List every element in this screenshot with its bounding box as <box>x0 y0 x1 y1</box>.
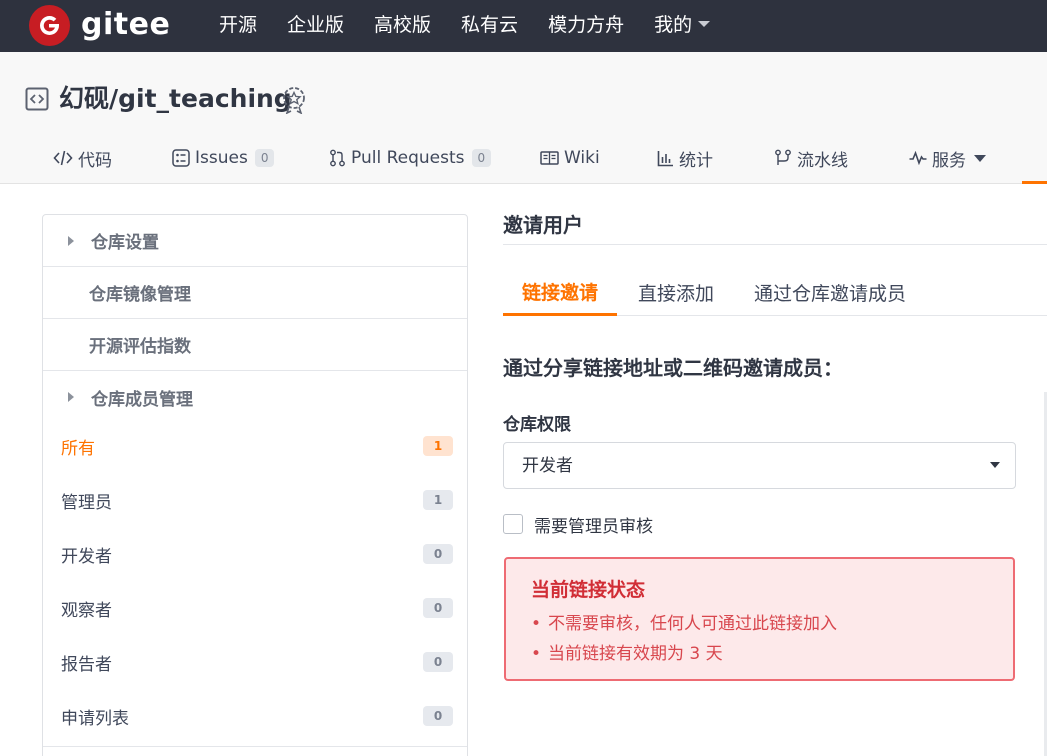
member-count-badge: 0 <box>423 652 453 672</box>
chevron-down-icon <box>974 154 986 162</box>
permission-label: 仓库权限 <box>503 415 571 435</box>
link-status-alert: 当前链接状态 • 不需要审核，任何人可通过此链接加入 • 当前链接有效期为 3 天 <box>504 557 1015 681</box>
nav-education[interactable]: 高校版 <box>374 1 431 49</box>
member-filter-label: 观察者 <box>61 600 112 621</box>
code-icon <box>53 149 73 167</box>
member-filter-label: 报告者 <box>61 654 112 675</box>
tab-wiki[interactable]: Wiki <box>540 138 600 178</box>
nav-moli-fangzhou[interactable]: 模力方舟 <box>548 1 624 49</box>
tab-services-label: 服务 <box>932 150 966 171</box>
link-status-item: • 不需要审核，任何人可通过此链接加入 <box>531 612 837 636</box>
repo-code-icon <box>25 87 49 111</box>
service-icon <box>909 151 927 165</box>
sidebar-group-label: 仓库成员管理 <box>91 389 193 410</box>
sidebar-item-all-members[interactable]: 所有 1 <box>43 419 467 473</box>
settings-sidebar: 仓库设置 仓库镜像管理 开源评估指数 仓库成员管理 所有 1 管理员 1 开发者… <box>42 214 468 756</box>
bullet-icon: • <box>531 614 542 634</box>
sidebar-item-open-source-index[interactable]: 开源评估指数 <box>43 319 467 371</box>
dropdown-caret-icon <box>990 462 1000 468</box>
invite-method-tabs: 链接邀请 直接添加 通过仓库邀请成员 <box>503 270 1047 316</box>
member-count-badge: 1 <box>423 490 453 510</box>
issues-icon <box>172 149 190 167</box>
issues-count-badge: 0 <box>254 149 275 167</box>
invite-section-heading: 通过分享链接地址或二维码邀请成员： <box>503 356 843 380</box>
member-count-badge: 0 <box>423 706 453 726</box>
permission-select-value: 开发者 <box>522 456 573 476</box>
title-divider <box>503 244 1047 245</box>
member-count-badge: 1 <box>423 436 453 456</box>
pull-request-icon <box>329 149 346 167</box>
user-menu[interactable]: 我的 <box>654 1 711 49</box>
repo-title[interactable]: 幻砚/git_teaching <box>59 81 292 117</box>
tab-issues-label: Issues <box>195 148 248 168</box>
bullet-icon: • <box>531 644 542 664</box>
user-menu-label: 我的 <box>654 14 693 36</box>
tab-direct-add[interactable]: 直接添加 <box>638 270 714 315</box>
require-approval-checkbox[interactable] <box>503 514 523 534</box>
require-approval-option[interactable]: 需要管理员审核 <box>503 512 653 537</box>
tab-pull-requests-label: Pull Requests <box>351 148 465 168</box>
tab-invite-via-repo[interactable]: 通过仓库邀请成员 <box>754 270 906 315</box>
top-nav-menu: 开源 企业版 高校版 私有云 模力方舟 我的 <box>219 0 740 50</box>
nav-open-source[interactable]: 开源 <box>219 1 257 49</box>
tab-stats-label: 统计 <box>679 150 713 171</box>
sidebar-item-label: 仓库镜像管理 <box>89 285 191 305</box>
member-filter-label: 申请列表 <box>61 708 129 729</box>
require-approval-label: 需要管理员审核 <box>534 516 653 537</box>
tab-pipeline[interactable]: 流水线 <box>774 138 848 178</box>
stats-icon <box>657 150 674 167</box>
member-count-badge: 0 <box>423 598 453 618</box>
member-filter-label: 所有 <box>61 438 95 459</box>
member-filter-label: 管理员 <box>61 492 112 513</box>
sidebar-group-label: 仓库设置 <box>91 233 159 253</box>
link-status-text: 不需要审核，任何人可通过此链接加入 <box>548 614 837 634</box>
recommend-badge-icon[interactable] <box>281 86 307 114</box>
wiki-icon <box>540 150 559 166</box>
tab-services[interactable]: 服务 <box>909 138 986 178</box>
link-status-title: 当前链接状态 <box>531 579 646 601</box>
repo-tabs: 代码 Issues 0 Pull Requests 0 Wiki 统计 流水线 … <box>0 138 1047 184</box>
top-navbar: gitee 开源 企业版 高校版 私有云 模力方舟 我的 <box>0 0 1047 52</box>
tab-code[interactable]: 代码 <box>53 138 112 178</box>
member-filter-label: 开发者 <box>61 546 112 567</box>
caret-right-icon <box>68 392 74 402</box>
active-tab-indicator <box>1022 181 1047 184</box>
repo-header: 幻砚/git_teaching 代码 Issues 0 Pull Request… <box>0 52 1047 184</box>
tab-wiki-label: Wiki <box>564 148 600 168</box>
sidebar-item-label: 开源评估指数 <box>89 337 191 357</box>
link-status-text: 当前链接有效期为 3 天 <box>548 644 723 664</box>
pipeline-icon <box>774 149 792 167</box>
tab-code-label: 代码 <box>78 150 112 171</box>
sidebar-divider <box>43 746 467 747</box>
brand-name: gitee <box>81 7 171 42</box>
sidebar-item-observers[interactable]: 观察者 0 <box>43 581 467 635</box>
permission-select[interactable]: 开发者 <box>503 442 1016 489</box>
sidebar-group-repo-settings[interactable]: 仓库设置 <box>43 215 467 267</box>
caret-right-icon <box>68 235 74 246</box>
nav-private-cloud[interactable]: 私有云 <box>461 1 518 49</box>
sidebar-group-members[interactable]: 仓库成员管理 <box>43 371 467 423</box>
link-status-item: • 当前链接有效期为 3 天 <box>531 642 723 666</box>
pull-requests-count-badge: 0 <box>471 149 492 167</box>
sidebar-item-mirror[interactable]: 仓库镜像管理 <box>43 267 467 319</box>
gitee-logo-icon <box>29 4 70 46</box>
sidebar-item-developers[interactable]: 开发者 0 <box>43 527 467 581</box>
sidebar-item-reporters[interactable]: 报告者 0 <box>43 635 467 689</box>
gitee-logo[interactable]: gitee <box>29 3 170 47</box>
tab-stats[interactable]: 统计 <box>657 138 713 178</box>
tab-pipeline-label: 流水线 <box>797 150 848 171</box>
member-count-badge: 0 <box>423 544 453 564</box>
chevron-down-icon <box>698 21 711 27</box>
tab-link-invite[interactable]: 链接邀请 <box>503 270 618 316</box>
sidebar-item-applications[interactable]: 申请列表 0 <box>43 689 467 743</box>
tab-pull-requests[interactable]: Pull Requests 0 <box>329 138 492 178</box>
page-title: 邀请用户 <box>503 213 583 237</box>
tab-issues[interactable]: Issues 0 <box>172 138 275 178</box>
nav-enterprise[interactable]: 企业版 <box>287 1 344 49</box>
sidebar-item-admins[interactable]: 管理员 1 <box>43 473 467 527</box>
